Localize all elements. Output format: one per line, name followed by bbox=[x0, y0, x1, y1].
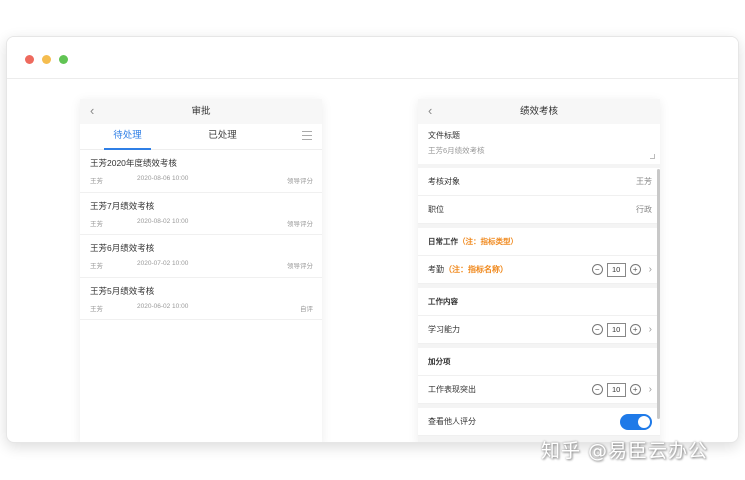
performance-label: 工作表现突出 bbox=[428, 385, 476, 394]
section-daily-work: 日常工作 （注：指标类型） bbox=[418, 228, 660, 256]
plus-icon[interactable]: + bbox=[629, 264, 641, 275]
minus-icon[interactable]: − bbox=[591, 324, 603, 335]
minus-icon[interactable]: − bbox=[591, 384, 603, 395]
performance-nav-bar: ‹ 绩效考核 bbox=[418, 99, 660, 124]
section-note: （注：指标类型） bbox=[458, 237, 518, 246]
list-item[interactable]: 王芳5月绩效考核 王芳 2020-06-02 10:00 自评 bbox=[80, 278, 322, 320]
doc-title-value[interactable]: 王芳6月绩效考核 bbox=[428, 145, 650, 156]
back-icon[interactable]: ‹ bbox=[428, 99, 432, 123]
score-input[interactable]: 10 bbox=[606, 382, 626, 397]
target-value: 王芳 bbox=[636, 177, 652, 186]
learning-label: 学习能力 bbox=[428, 325, 460, 334]
item-title: 王芳2020年度绩效考核 bbox=[90, 158, 177, 168]
target-label: 考核对象 bbox=[428, 177, 460, 186]
browser-window: ‹ 审批 待处理 已处理 王芳2020年度绩效考核 王芳 2020-08-06 … bbox=[6, 36, 739, 443]
item-status: 领导评分 bbox=[287, 263, 313, 270]
item-person: 王芳 bbox=[90, 220, 103, 228]
approval-screen: ‹ 审批 待处理 已处理 王芳2020年度绩效考核 王芳 2020-08-06 … bbox=[80, 99, 322, 442]
score-input[interactable]: 10 bbox=[606, 322, 626, 337]
view-others-row: 查看他人评分 bbox=[418, 408, 660, 436]
performance-screen: ‹ 绩效考核 文件标题 王芳6月绩效考核 考核对象 王芳 职位 行政 日常工作 … bbox=[418, 99, 660, 442]
score-stepper: − 10 + › bbox=[591, 382, 652, 397]
tab-pending[interactable]: 待处理 bbox=[80, 124, 175, 150]
position-row: 职位 行政 bbox=[418, 196, 660, 224]
page-title: 审批 bbox=[191, 106, 211, 117]
item-title: 王芳7月绩效考核 bbox=[90, 200, 155, 211]
list-item[interactable]: 王芳2020年度绩效考核 王芳 2020-08-06 10:00 领导评分 bbox=[80, 150, 322, 193]
position-label: 职位 bbox=[428, 205, 444, 214]
bonus-card: 加分项 工作表现突出 − 10 + › bbox=[418, 348, 660, 404]
filter-icon[interactable] bbox=[302, 131, 312, 140]
attendance-row[interactable]: 考勤（注：指标名称） − 10 + › bbox=[418, 256, 660, 284]
work-content-card: 工作内容 学习能力 − 10 + › bbox=[418, 288, 660, 344]
item-person: 王芳 bbox=[90, 305, 103, 313]
close-window-button[interactable] bbox=[25, 55, 34, 64]
section-label: 日常工作 bbox=[428, 237, 458, 246]
item-time: 2020-07-02 10:00 bbox=[137, 260, 189, 267]
chevron-right-icon[interactable]: › bbox=[649, 324, 652, 335]
approval-tabs: 待处理 已处理 bbox=[80, 124, 322, 150]
section-work-content: 工作内容 bbox=[418, 288, 660, 316]
attendance-note: （注：指标名称） bbox=[444, 265, 508, 274]
daily-work-card: 日常工作 （注：指标类型） 考勤（注：指标名称） − 10 + › bbox=[418, 228, 660, 284]
back-icon[interactable]: ‹ bbox=[90, 99, 94, 123]
item-status: 领导评分 bbox=[287, 220, 313, 228]
item-title: 王芳6月绩效考核 bbox=[90, 243, 155, 253]
score-stepper: − 10 + › bbox=[591, 262, 652, 277]
resize-handle-icon[interactable] bbox=[650, 154, 655, 159]
doc-title-label: 文件标题 bbox=[428, 131, 460, 140]
item-status: 领导评分 bbox=[287, 178, 313, 185]
learning-row[interactable]: 学习能力 − 10 + › bbox=[418, 316, 660, 344]
minimize-window-button[interactable] bbox=[42, 55, 51, 64]
item-time: 2020-08-06 10:00 bbox=[137, 175, 189, 182]
item-status: 自评 bbox=[300, 305, 313, 313]
approval-nav-bar: ‹ 审批 bbox=[80, 99, 322, 124]
list-item[interactable]: 王芳7月绩效考核 王芳 2020-08-02 10:00 领导评分 bbox=[80, 193, 322, 235]
watermark: 知乎 @易臣云办公 bbox=[541, 440, 709, 462]
attendance-label: 考勤 bbox=[428, 265, 444, 274]
item-person: 王芳 bbox=[90, 263, 103, 270]
page-title: 绩效考核 bbox=[519, 106, 558, 117]
doc-title-field[interactable]: 文件标题 王芳6月绩效考核 bbox=[418, 124, 660, 164]
section-bonus: 加分项 bbox=[418, 348, 660, 376]
plus-icon[interactable]: + bbox=[629, 324, 641, 335]
performance-row[interactable]: 工作表现突出 − 10 + › bbox=[418, 376, 660, 404]
score-stepper: − 10 + › bbox=[591, 322, 652, 337]
item-time: 2020-08-02 10:00 bbox=[137, 217, 189, 225]
minus-icon[interactable]: − bbox=[591, 264, 603, 275]
position-value: 行政 bbox=[636, 205, 652, 214]
item-title: 王芳5月绩效考核 bbox=[90, 285, 155, 296]
view-others-label: 查看他人评分 bbox=[428, 417, 476, 426]
target-row: 考核对象 王芳 bbox=[418, 168, 660, 196]
tab-processed[interactable]: 已处理 bbox=[175, 124, 270, 149]
maximize-window-button[interactable] bbox=[59, 55, 68, 64]
basic-info-card: 考核对象 王芳 职位 行政 bbox=[418, 168, 660, 224]
score-input[interactable]: 10 bbox=[606, 262, 626, 277]
view-others-toggle[interactable] bbox=[620, 413, 652, 430]
window-titlebar bbox=[7, 37, 738, 79]
chevron-right-icon[interactable]: › bbox=[649, 264, 652, 275]
plus-icon[interactable]: + bbox=[629, 384, 641, 395]
scrollbar[interactable] bbox=[657, 169, 660, 419]
item-time: 2020-06-02 10:00 bbox=[137, 302, 189, 310]
chevron-right-icon[interactable]: › bbox=[649, 384, 652, 395]
list-item[interactable]: 王芳6月绩效考核 王芳 2020-07-02 10:00 领导评分 bbox=[80, 235, 322, 278]
item-person: 王芳 bbox=[90, 178, 103, 185]
